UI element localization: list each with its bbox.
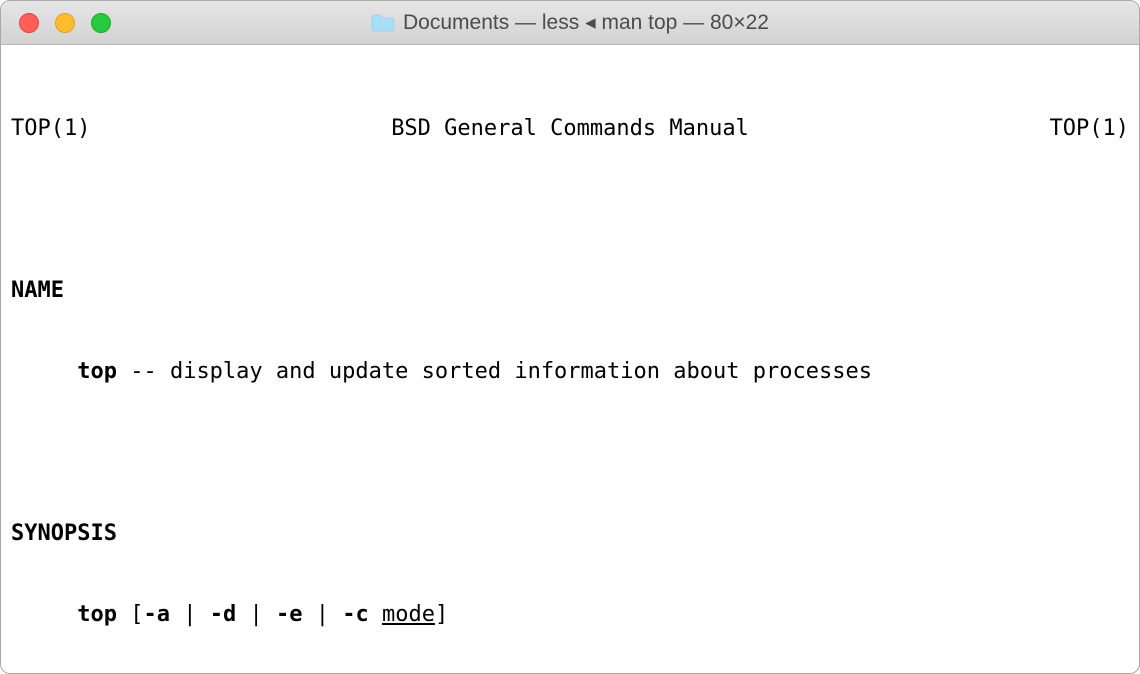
- zoom-button[interactable]: [91, 13, 111, 33]
- name-cmd: top: [77, 359, 117, 384]
- synopsis-line-1: top [-a | -d | -e | -c mode]: [11, 601, 1129, 628]
- man-header-center: BSD General Commands Manual: [391, 115, 749, 142]
- section-name: NAME: [11, 278, 64, 303]
- man-header-right: TOP(1): [1050, 115, 1129, 142]
- minimize-button[interactable]: [55, 13, 75, 33]
- section-synopsis: SYNOPSIS: [11, 521, 117, 546]
- titlebar: Documents — less ◂ man top — 80×22: [1, 1, 1139, 45]
- window-title-text: Documents — less ◂ man top — 80×22: [403, 10, 769, 35]
- window-title: Documents — less ◂ man top — 80×22: [1, 10, 1139, 35]
- man-header-left: TOP(1): [11, 115, 90, 142]
- terminal-content[interactable]: TOP(1) BSD General Commands Manual TOP(1…: [1, 45, 1139, 674]
- man-header: TOP(1) BSD General Commands Manual TOP(1…: [11, 115, 1129, 142]
- terminal-window: Documents — less ◂ man top — 80×22 TOP(1…: [0, 0, 1140, 674]
- traffic-lights: [19, 13, 111, 33]
- folder-icon: [371, 14, 395, 32]
- name-line: top -- display and update sorted informa…: [11, 358, 1129, 385]
- close-button[interactable]: [19, 13, 39, 33]
- name-desc: -- display and update sorted information…: [117, 359, 872, 384]
